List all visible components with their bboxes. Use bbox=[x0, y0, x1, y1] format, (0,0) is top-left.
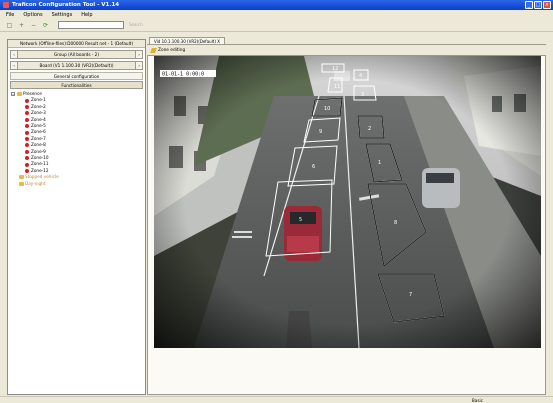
zone-icon bbox=[25, 143, 29, 148]
board-label: Board (V1 1.100.30 (VR2)(Default)) bbox=[39, 63, 114, 68]
svg-text:8: 8 bbox=[394, 220, 397, 226]
network-header: Network (Offline-files):D00000 Result ne… bbox=[8, 40, 145, 48]
folder-icon bbox=[19, 175, 24, 180]
left-panel: Network (Offline-files):D00000 Result ne… bbox=[7, 39, 146, 395]
zone-icon bbox=[25, 162, 29, 167]
zone-icon bbox=[25, 105, 29, 110]
folder-icon bbox=[19, 181, 24, 186]
svg-text:9: 9 bbox=[319, 129, 322, 135]
timestamp-overlay: 01-01-1 0:00:0 bbox=[162, 72, 204, 78]
tree-day-night[interactable]: Day-night bbox=[11, 181, 145, 187]
collapse-icon[interactable]: − bbox=[11, 92, 15, 97]
search-button[interactable]: Search bbox=[129, 22, 143, 29]
svg-text:7: 7 bbox=[409, 292, 412, 298]
functionalities-button[interactable]: Functionalities bbox=[10, 81, 143, 89]
next-group-arrow-icon[interactable]: › bbox=[135, 51, 142, 58]
functionality-tree: − Presence Zone-1 Zone-2 Zone-3 Zone-4 Z… bbox=[8, 91, 145, 187]
menu-options[interactable]: Options bbox=[23, 12, 42, 18]
zone-editing-label[interactable]: Zone editing bbox=[158, 48, 185, 53]
zone-icon bbox=[25, 117, 29, 122]
zone-edit-bar: Zone editing bbox=[149, 46, 544, 54]
status-bar: Basic bbox=[0, 396, 553, 403]
window-title: Traficon Configuration Tool - V1.14 bbox=[12, 2, 120, 8]
menu-file[interactable]: File bbox=[6, 12, 14, 18]
app-icon bbox=[3, 2, 9, 8]
zone-icon bbox=[25, 137, 29, 142]
svg-text:2: 2 bbox=[368, 126, 371, 132]
window-controls: _ □ × bbox=[525, 1, 551, 9]
tab-video[interactable]: Vid 10.1.100.30 (VR2)(Default) X bbox=[149, 37, 225, 44]
toolbar: □ + − ⟳ Search bbox=[0, 19, 553, 32]
title-bar: Traficon Configuration Tool - V1.14 _ □ … bbox=[0, 0, 553, 10]
zone-icon bbox=[25, 156, 29, 161]
prev-group-arrow-icon[interactable]: ‹ bbox=[11, 51, 18, 58]
tab-strip: Vid 10.1.100.30 (VR2)(Default) X bbox=[147, 37, 546, 45]
next-board-arrow-icon[interactable]: › bbox=[135, 62, 142, 69]
svg-text:5: 5 bbox=[299, 217, 302, 223]
group-selector[interactable]: ‹ Group (All boards - 2) › bbox=[10, 50, 143, 59]
menu-settings[interactable]: Settings bbox=[52, 12, 73, 18]
close-button[interactable]: × bbox=[543, 1, 551, 9]
svg-text:4: 4 bbox=[359, 73, 362, 79]
svg-text:3: 3 bbox=[361, 92, 364, 98]
svg-text:10: 10 bbox=[324, 106, 330, 112]
svg-text:6: 6 bbox=[312, 164, 315, 170]
group-label: Group (All boards - 2) bbox=[54, 52, 99, 57]
zone-icon bbox=[25, 98, 29, 103]
camera-view[interactable]: 01-01-1 0:00:0 12 11 10 9 6 5 4 3 2 1 8 … bbox=[154, 56, 541, 348]
svg-text:12: 12 bbox=[332, 66, 338, 72]
zone-icon bbox=[25, 169, 29, 174]
minimize-button[interactable]: _ bbox=[525, 1, 533, 9]
board-selector[interactable]: ‹ Board (V1 1.100.30 (VR2)(Default)) › bbox=[10, 61, 143, 70]
maximize-button[interactable]: □ bbox=[534, 1, 542, 9]
pencil-icon bbox=[150, 47, 157, 53]
zone-icon bbox=[25, 124, 29, 129]
new-icon[interactable]: □ bbox=[6, 22, 13, 29]
address-input[interactable] bbox=[58, 21, 124, 29]
zone-icon bbox=[25, 149, 29, 154]
prev-board-arrow-icon[interactable]: ‹ bbox=[11, 62, 18, 69]
remove-icon[interactable]: − bbox=[30, 22, 37, 29]
menu-bar: File Options Settings Help bbox=[0, 10, 553, 19]
refresh-icon[interactable]: ⟳ bbox=[42, 22, 49, 29]
zone-icon bbox=[25, 130, 29, 135]
menu-help[interactable]: Help bbox=[81, 12, 92, 18]
camera-image: 01-01-1 0:00:0 12 11 10 9 6 5 4 3 2 1 8 … bbox=[154, 56, 541, 348]
svg-text:1: 1 bbox=[378, 160, 381, 166]
folder-icon bbox=[17, 92, 22, 97]
svg-text:11: 11 bbox=[334, 84, 340, 90]
zone-icon bbox=[25, 111, 29, 116]
general-configuration-button[interactable]: General configuration bbox=[10, 72, 143, 80]
status-text: Basic bbox=[471, 398, 483, 403]
add-icon[interactable]: + bbox=[18, 22, 25, 29]
